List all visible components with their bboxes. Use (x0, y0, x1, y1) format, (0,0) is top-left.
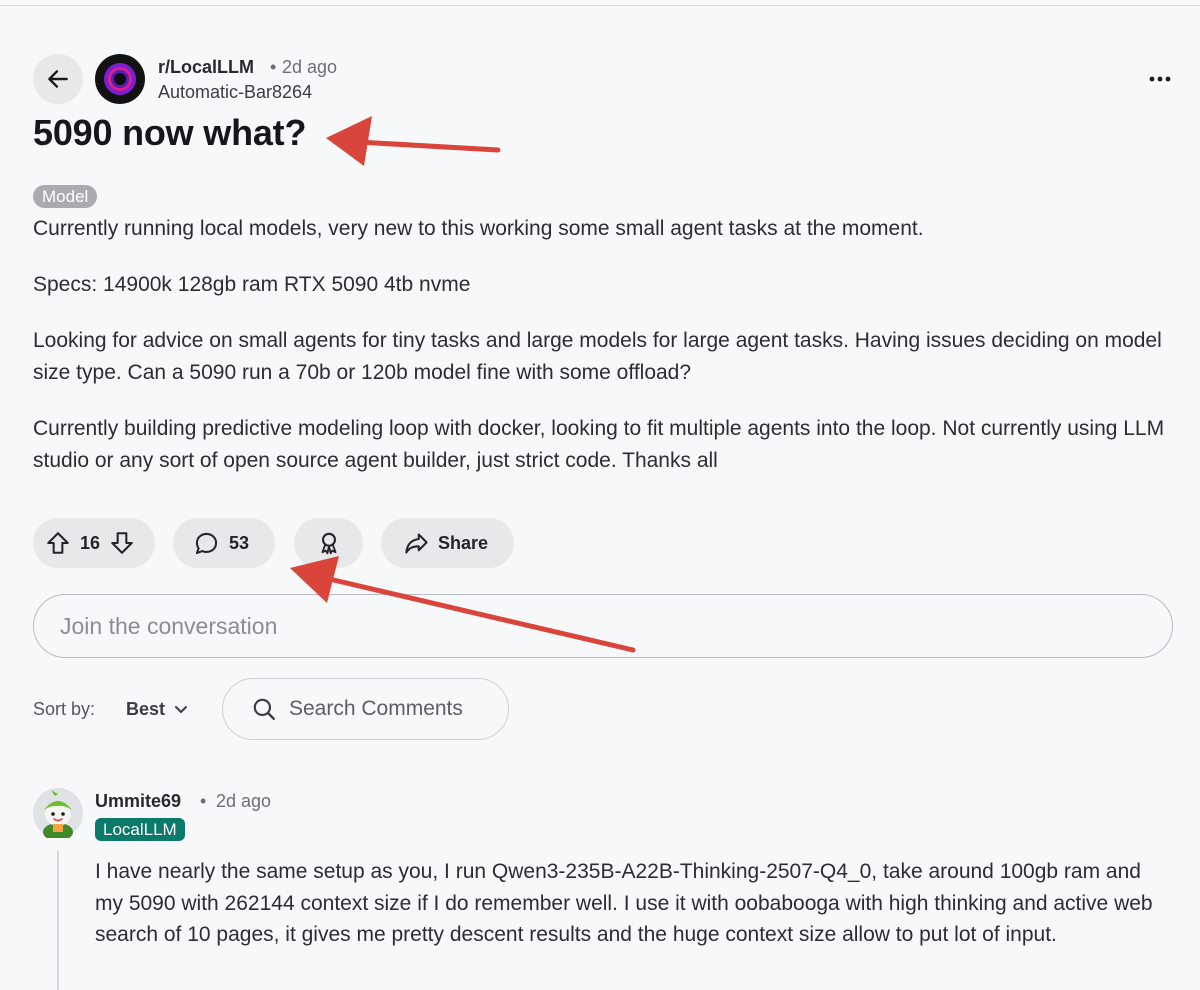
share-label: Share (438, 532, 489, 553)
more-options-button[interactable] (1140, 64, 1180, 94)
downvote-icon (111, 532, 133, 554)
share-button[interactable]: Share (381, 518, 514, 568)
post-age: 2d ago (282, 57, 338, 77)
search-icon (253, 698, 275, 720)
post-title: 5090 now what? (33, 112, 307, 153)
back-button[interactable] (33, 54, 83, 104)
sort-label: Sort by: (33, 699, 96, 719)
more-icon (1149, 76, 1171, 82)
post-body-paragraph: Looking for advice on small agents for t… (33, 329, 1162, 384)
top-divider (0, 5, 1200, 6)
search-comments-input[interactable]: Search Comments (222, 678, 509, 740)
post-author[interactable]: Automatic-Bar8264 (158, 82, 312, 103)
user-flair: LocalLLM (95, 818, 185, 841)
comment-icon (195, 532, 218, 554)
comment-count: 53 (229, 532, 250, 553)
sort-dropdown[interactable]: Best (118, 689, 197, 729)
search-placeholder: Search Comments (289, 697, 463, 720)
upvote-button[interactable] (45, 530, 71, 556)
post-flair[interactable]: Model (33, 185, 98, 208)
user-avatar[interactable] (33, 788, 83, 838)
downvote-button[interactable] (109, 530, 135, 556)
comment-age: 2d ago (216, 791, 272, 811)
meta-separator: • (270, 57, 277, 77)
comment-text: I have nearly the same setup as you, I r… (95, 860, 1153, 946)
annotation-arrow (326, 116, 501, 166)
comment-author[interactable]: Ummite69 (95, 791, 181, 812)
post-body-paragraph: Specs: 14900k 128gb ram RTX 5090 4tb nvm… (33, 273, 471, 296)
subreddit-name[interactable]: r/LocalLLM (158, 57, 254, 78)
chevron-down-icon (175, 706, 188, 713)
comments-button[interactable]: 53 (173, 518, 275, 568)
post-body-paragraph: Currently building predictive modeling l… (33, 417, 1165, 472)
meta-separator: • (200, 791, 207, 811)
vote-bar: 16 (33, 518, 155, 568)
subreddit-avatar[interactable] (95, 54, 145, 104)
share-icon (405, 532, 428, 554)
award-button[interactable] (294, 518, 363, 568)
upvote-icon (47, 532, 69, 554)
thread-line[interactable] (57, 850, 59, 990)
vote-count: 16 (80, 532, 101, 553)
award-icon (321, 532, 336, 555)
post-body-paragraph: Currently running local models, very new… (33, 217, 924, 240)
join-conversation-input[interactable]: Join the conversation (33, 594, 1173, 658)
sort-value: Best (126, 698, 166, 719)
arrow-left-icon (48, 70, 68, 88)
